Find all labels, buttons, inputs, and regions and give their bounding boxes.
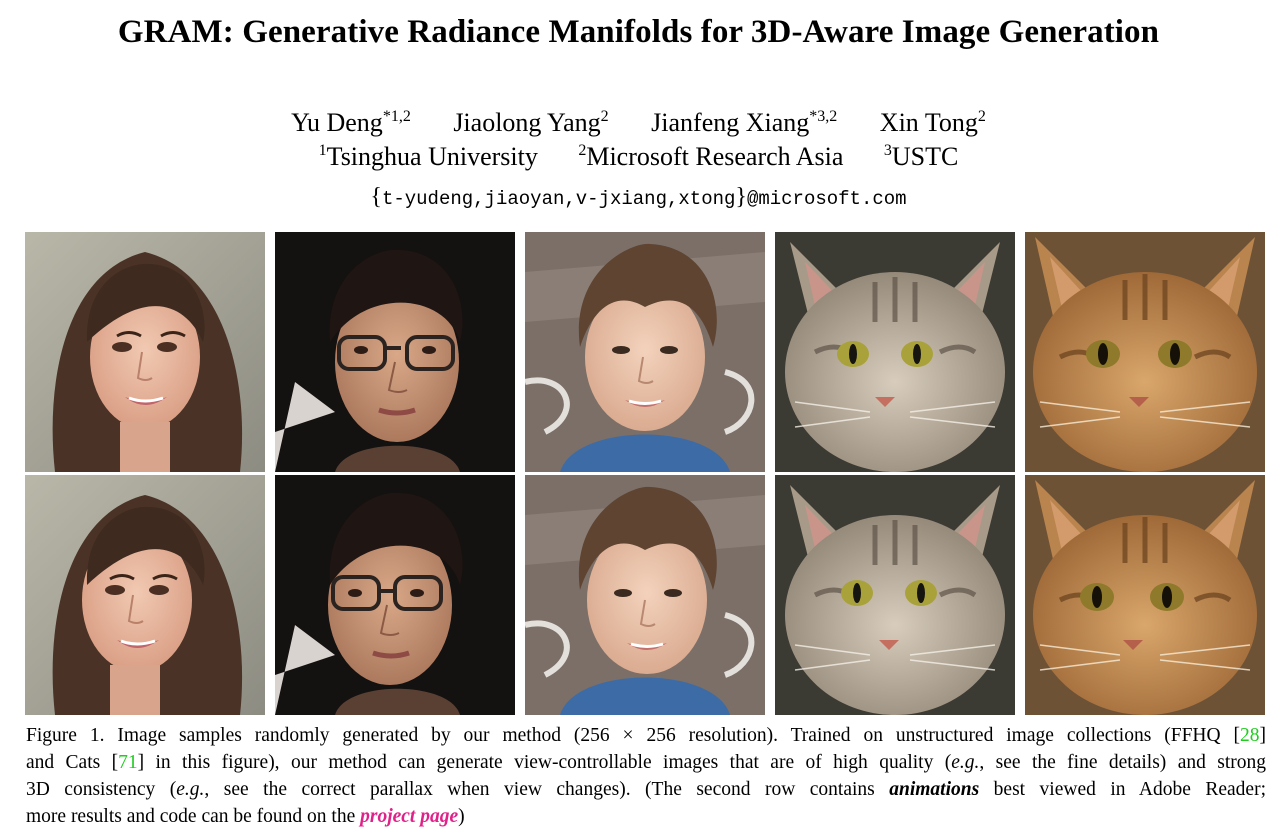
email-names: t-yudeng,jiaoyan,v-jxiang,xtong (381, 188, 736, 210)
figure-image-grid (25, 232, 1265, 715)
citation-link[interactable]: 71 (118, 752, 138, 773)
man-illustration (275, 475, 515, 715)
caption-line-3: 3D consistency (e.g., see the correct pa… (26, 776, 1266, 803)
affiliation-name: Microsoft Research Asia (586, 142, 844, 171)
orangecat-illustration (1025, 232, 1265, 472)
email-close-brace: } (735, 184, 747, 210)
citation-link[interactable]: 28 (1240, 725, 1260, 746)
affiliation-1: 1Tsinghua University (319, 142, 538, 171)
caption-text: Figure 1. Image samples randomly generat… (26, 725, 1240, 746)
author-name: Jianfeng Xiang (651, 108, 810, 137)
caption-line-1: Figure 1. Image samples randomly generat… (26, 722, 1266, 749)
project-page-link[interactable]: project page (360, 806, 458, 827)
affiliation-name: Tsinghua University (326, 142, 538, 171)
orange-tabby-cat-image (1025, 232, 1265, 472)
caption-text: more results and code can be found on th… (26, 806, 361, 827)
gray-tabby-cat-image (775, 232, 1015, 472)
caption-text: best viewed in Adobe Reader; (979, 779, 1266, 800)
author-sup: 2 (977, 108, 986, 125)
email-domain: @microsoft.com (746, 188, 907, 210)
boy-face-image (525, 475, 765, 715)
orangecat-illustration (1025, 475, 1265, 715)
caption-text: ] in this figure), our method can genera… (137, 752, 952, 773)
gray-tabby-cat-image (775, 475, 1015, 715)
caption-text: ] (1259, 725, 1267, 746)
caption-line-2: and Cats [71] in this figure), our metho… (26, 749, 1266, 776)
affiliation-list: 1Tsinghua University 2Microsoft Research… (0, 142, 1277, 172)
affiliation-name: USTC (891, 142, 959, 171)
author-list: Yu Deng*1,2 Jiaolong Yang2 Jianfeng Xian… (0, 108, 1277, 138)
caption-text: , see the correct parallax when view cha… (204, 779, 890, 800)
boy-face-image (525, 232, 765, 472)
boy-illustration (525, 232, 765, 472)
caption-emphasis: e.g. (951, 752, 980, 773)
man-glasses-face-image (275, 475, 515, 715)
author-name: Xin Tong (879, 108, 978, 137)
caption-text: 3D consistency ( (26, 779, 177, 800)
boy-illustration (525, 475, 765, 715)
email-open-brace: { (370, 184, 382, 210)
author-name: Yu Deng (291, 108, 383, 137)
man-glasses-face-image (275, 232, 515, 472)
woman-illustration (25, 475, 265, 715)
author-sup: *1,2 (382, 108, 411, 125)
graycat-illustration (775, 232, 1015, 472)
paper-title: GRAM: Generative Radiance Manifolds for … (117, 14, 1160, 50)
affiliation-sup: 3 (883, 142, 892, 159)
author-3: Jianfeng Xiang*3,2 (651, 108, 837, 137)
author-sup: *3,2 (809, 108, 838, 125)
graycat-illustration (775, 475, 1015, 715)
email-line: {t-yudeng,jiaoyan,v-jxiang,xtong}@micros… (0, 184, 1277, 211)
caption-text: ) (458, 806, 465, 827)
caption-text: , see the fine details) and strong (979, 752, 1266, 773)
caption-text: and Cats [ (26, 752, 119, 773)
caption-emphasis: e.g. (176, 779, 205, 800)
author-name: Jiaolong Yang (453, 108, 601, 137)
woman-illustration (25, 232, 265, 472)
author-sup: 2 (600, 108, 609, 125)
affiliation-2: 2Microsoft Research Asia (578, 142, 843, 171)
caption-line-4: more results and code can be found on th… (26, 803, 1266, 830)
author-2: Jiaolong Yang2 (453, 108, 608, 137)
author-4: Xin Tong2 (880, 108, 986, 137)
woman-face-image (25, 232, 265, 472)
caption-strong-emphasis: animations (889, 779, 980, 800)
affiliation-sup: 1 (318, 142, 327, 159)
author-1: Yu Deng*1,2 (291, 108, 411, 137)
figure-caption: Figure 1. Image samples randomly generat… (26, 722, 1266, 830)
orange-tabby-cat-image (1025, 475, 1265, 715)
woman-face-image (25, 475, 265, 715)
man-illustration (275, 232, 515, 472)
affiliation-3: 3USTC (884, 142, 958, 171)
